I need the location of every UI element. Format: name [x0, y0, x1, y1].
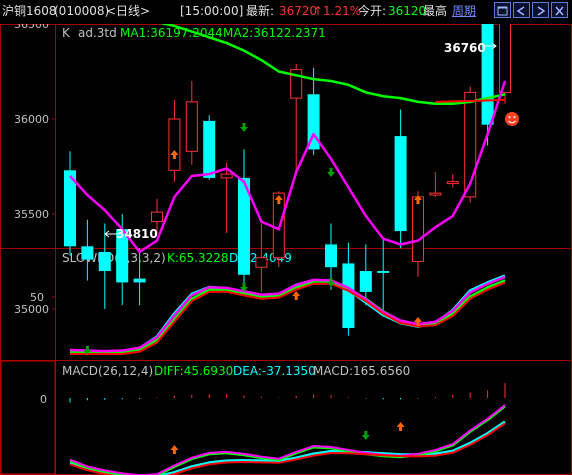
change-percent: ↑1.21%	[313, 4, 362, 18]
kd-y-tick-50: 50	[30, 291, 44, 304]
candle-body	[133, 278, 146, 283]
high-marker: 36760	[444, 41, 486, 55]
symbol-name: 沪铜1608	[2, 4, 57, 18]
candle-body	[412, 196, 424, 262]
top-bar: 沪铜1608 (010008) <日线> [15:00:00] 最新: 3672…	[0, 0, 572, 24]
kd-avg-line	[69, 275, 506, 353]
macd-dea-label: DEA:-37.1350	[233, 364, 316, 378]
main-y-tick-label: 36000	[14, 113, 49, 126]
macd-name-label: MACD(26,12,4)	[62, 364, 153, 378]
candle-body	[429, 192, 442, 196]
candle-body	[168, 118, 181, 171]
sell-arrow-icon	[361, 431, 370, 440]
candle-body	[151, 211, 163, 223]
ma2-label: MA2:36122.2371	[223, 26, 326, 40]
signal-line	[435, 99, 506, 103]
candle-body	[185, 101, 198, 152]
buy-arrow-icon	[170, 445, 179, 454]
buy-arrow-icon	[292, 291, 301, 300]
prev-icon[interactable]	[513, 2, 530, 18]
macd-diff-line	[69, 405, 506, 475]
low-marker: 34810	[116, 227, 158, 241]
sell-arrow-icon	[327, 168, 335, 177]
time-label: [15:00:00]	[180, 4, 244, 18]
candle-body	[255, 257, 268, 268]
kd-k-label: K:65.3228	[167, 251, 229, 265]
kd-d-line	[70, 279, 506, 353]
candle-body	[394, 136, 407, 232]
kline-name-label: ad.3td	[78, 26, 117, 40]
macd-diff-highlight	[69, 404, 506, 475]
candle-body	[81, 246, 94, 260]
candle-body	[342, 263, 355, 328]
main-y-ticks: 36500 36000 35500 35000	[14, 24, 56, 316]
kd-name-label: SLOWKD(9,3,3,2)	[62, 251, 166, 265]
close-icon[interactable]	[551, 2, 568, 18]
smiley-face-icon	[505, 112, 519, 126]
candle-body	[325, 244, 337, 268]
candle-body	[377, 271, 390, 273]
kline-type-label: K	[62, 26, 71, 40]
macd-axis-box	[0, 360, 56, 475]
candle-body	[98, 252, 111, 271]
candle-body	[359, 271, 372, 292]
kd-k-line	[69, 274, 506, 355]
period-label: <日线>	[106, 4, 151, 18]
restore-icon[interactable]	[494, 2, 511, 18]
candle-body	[446, 181, 459, 185]
main-y-tick-label: 36500	[14, 24, 49, 31]
main-y-tick-label: 35000	[14, 303, 49, 316]
next-icon[interactable]	[532, 2, 549, 18]
macd-plot	[69, 383, 506, 475]
candle-body	[203, 120, 216, 178]
latest-label: 最新:	[246, 4, 275, 18]
buy-arrow-icon	[396, 422, 405, 431]
main-y-tick-label: 35500	[14, 208, 49, 221]
latest-value: 36720	[279, 4, 318, 18]
kd-plot	[69, 274, 506, 355]
high-label: 最高	[423, 4, 448, 18]
open-label: 今开:	[358, 4, 387, 18]
kline-chart[interactable]: K ad.3td MA1:36197.2044 MA2:36122.2371 3…	[0, 24, 572, 475]
macd-y-tick-0: 0	[40, 393, 47, 406]
candle-body	[481, 24, 494, 125]
macd-diff-label: DIFF:45.6930	[154, 364, 233, 378]
sell-arrow-icon	[240, 123, 248, 132]
symbol-code: (010008)	[54, 4, 110, 18]
open-value: 36120	[388, 4, 427, 18]
period-link[interactable]: 周期	[452, 4, 476, 18]
macd-value-label: MACD:165.6560	[313, 364, 410, 378]
candle-body	[220, 173, 233, 179]
